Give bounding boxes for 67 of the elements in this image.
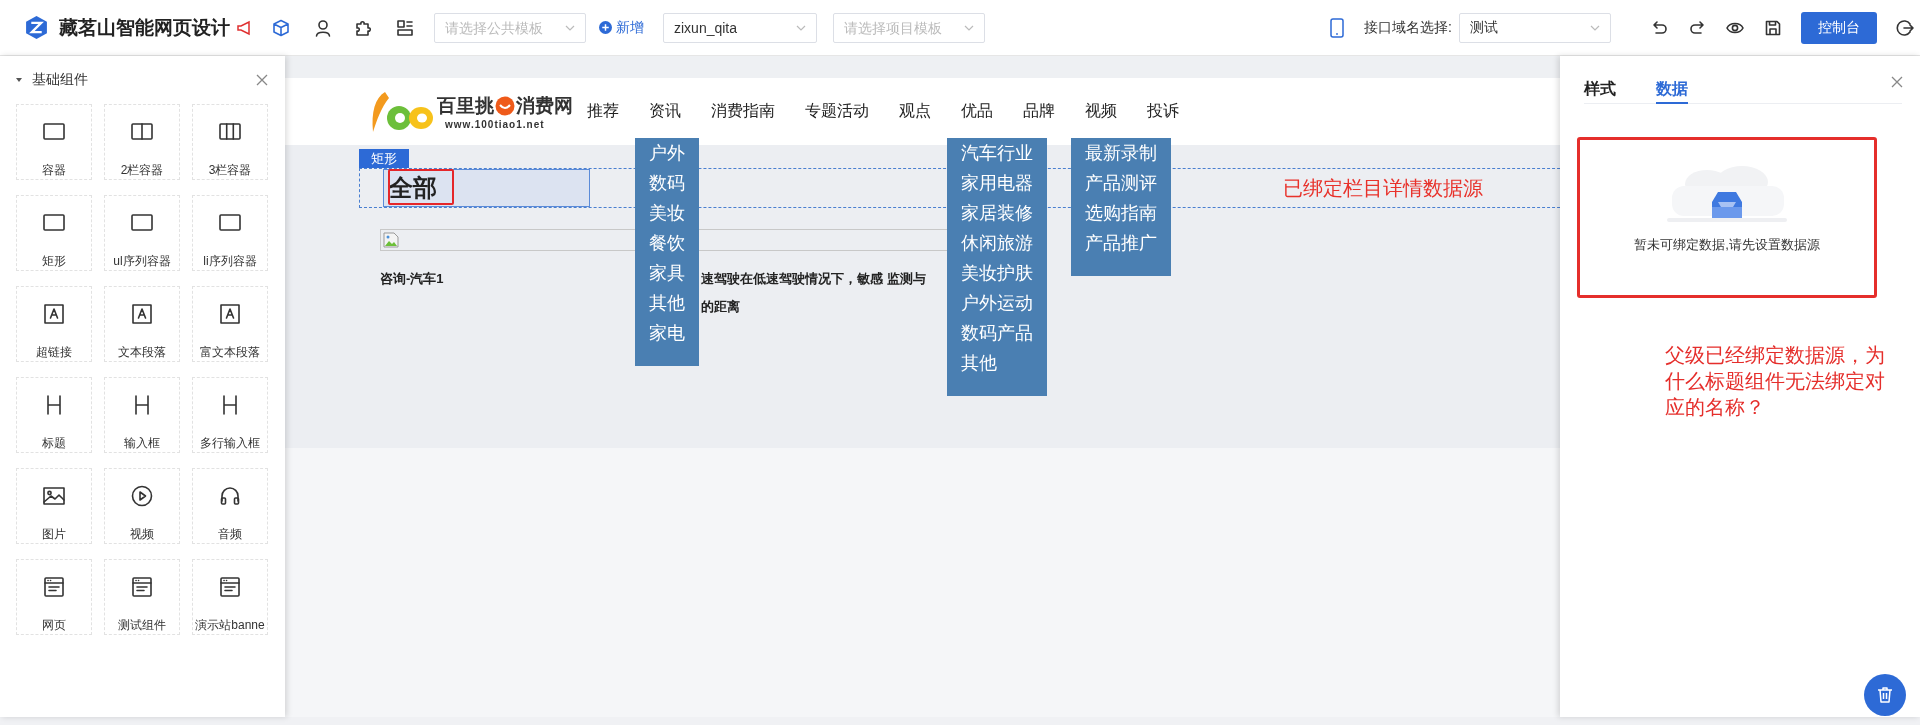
component-tile[interactable]: li序列容器 — [192, 195, 268, 271]
menu-item[interactable]: 产品测评 — [1085, 168, 1157, 198]
component-tile[interactable]: 图片 — [16, 468, 92, 544]
panel-title: 基础组件 — [32, 71, 89, 89]
component-tile[interactable]: 3栏容器 — [192, 104, 268, 180]
component-tile[interactable]: 文本段落 — [104, 286, 180, 362]
component-tile[interactable]: 网页 — [16, 559, 92, 635]
component-tile[interactable]: 富文本段落 — [192, 286, 268, 362]
annotation-text: 已绑定栏目详情数据源 — [1283, 175, 1483, 201]
component-tile[interactable]: 超链接 — [16, 286, 92, 362]
selected-heading[interactable]: 全部 — [383, 169, 590, 207]
menu-item[interactable]: 最新录制 — [1085, 138, 1157, 168]
component-tile[interactable]: 标题 — [16, 377, 92, 453]
domain-select[interactable]: 测试 — [1459, 12, 1611, 43]
console-button[interactable]: 控制台 — [1801, 11, 1877, 44]
nav-link[interactable]: 专题活动 — [805, 101, 869, 122]
menu-item[interactable]: 休闲旅游 — [961, 228, 1033, 258]
app-title: 藏茗山智能网页设计 — [59, 15, 230, 40]
menu-item[interactable]: 户外运动 — [961, 288, 1033, 318]
domain-label: 接口域名选择: — [1364, 18, 1452, 37]
component-tile[interactable]: 输入框 — [104, 377, 180, 453]
component-tile[interactable]: 矩形 — [16, 195, 92, 271]
nav-link[interactable]: 投诉 — [1147, 101, 1179, 122]
menu-item[interactable]: 美妆 — [649, 198, 685, 228]
logo-url: www.100tiao1.net — [445, 119, 546, 130]
logo-text: 百里挑 — [437, 94, 494, 118]
template-select[interactable]: 请选择公共模板 — [434, 12, 586, 43]
nav-link[interactable]: 优品 — [961, 101, 993, 122]
selection-label: 矩形 — [359, 149, 409, 168]
component-tile[interactable]: 演示站banne — [192, 559, 268, 635]
menu-item[interactable]: 美妆护肤 — [961, 258, 1033, 288]
annotation-text: 父级已经绑定数据源，为什么标题组件无法绑定对应的名称？ — [1665, 343, 1886, 420]
logo-text: 消费网 — [516, 94, 573, 118]
site-select[interactable]: zixun_qita — [663, 12, 817, 43]
nav-link[interactable]: 推荐 — [587, 101, 619, 122]
menu-item[interactable]: 其他 — [961, 348, 1033, 378]
menu-item[interactable]: 数码 — [649, 168, 685, 198]
component-tile[interactable]: 音频 — [192, 468, 268, 544]
component-tile[interactable]: 容器 — [16, 104, 92, 180]
component-tile[interactable]: 多行输入框 — [192, 377, 268, 453]
menu-item[interactable]: 汽车行业 — [961, 138, 1033, 168]
menu-item[interactable]: 产品推广 — [1085, 228, 1157, 258]
menu-item[interactable]: 家居装修 — [961, 198, 1033, 228]
menu-item[interactable]: 选购指南 — [1085, 198, 1157, 228]
nav-link[interactable]: 资讯 — [649, 101, 681, 122]
tab[interactable]: 数据 — [1656, 56, 1688, 104]
nav-link[interactable]: 视频 — [1085, 101, 1117, 122]
add-button[interactable]: 新增 — [599, 18, 644, 37]
nav-link[interactable]: 品牌 — [1023, 101, 1055, 122]
nav-link[interactable]: 消费指南 — [711, 101, 775, 122]
component-tile[interactable]: 2栏容器 — [104, 104, 180, 180]
menu-item[interactable]: 数码产品 — [961, 318, 1033, 348]
template-select[interactable]: 请选择项目模板 — [833, 12, 985, 43]
menu-item[interactable]: 家电 — [649, 318, 685, 348]
menu-item[interactable]: 家用电器 — [961, 168, 1033, 198]
nav-link[interactable]: 观点 — [899, 101, 931, 122]
empty-state-text: 暂未可绑定数据,请先设置数据源 — [1634, 236, 1820, 254]
component-tile[interactable]: 视频 — [104, 468, 180, 544]
article-summary: 的距离 — [701, 298, 741, 316]
menu-item[interactable]: 其他 — [649, 288, 685, 318]
menu-item[interactable]: 家具 — [649, 258, 685, 288]
component-tile[interactable]: ul序列容器 — [104, 195, 180, 271]
menu-item[interactable]: 户外 — [649, 138, 685, 168]
component-tile[interactable]: 测试组件 — [104, 559, 180, 635]
menu-item[interactable]: 餐饮 — [649, 228, 685, 258]
article-summary: 速驾驶在低速驾驶情况下，敏感 监测与 — [701, 270, 926, 288]
tab[interactable]: 样式 — [1584, 56, 1616, 104]
